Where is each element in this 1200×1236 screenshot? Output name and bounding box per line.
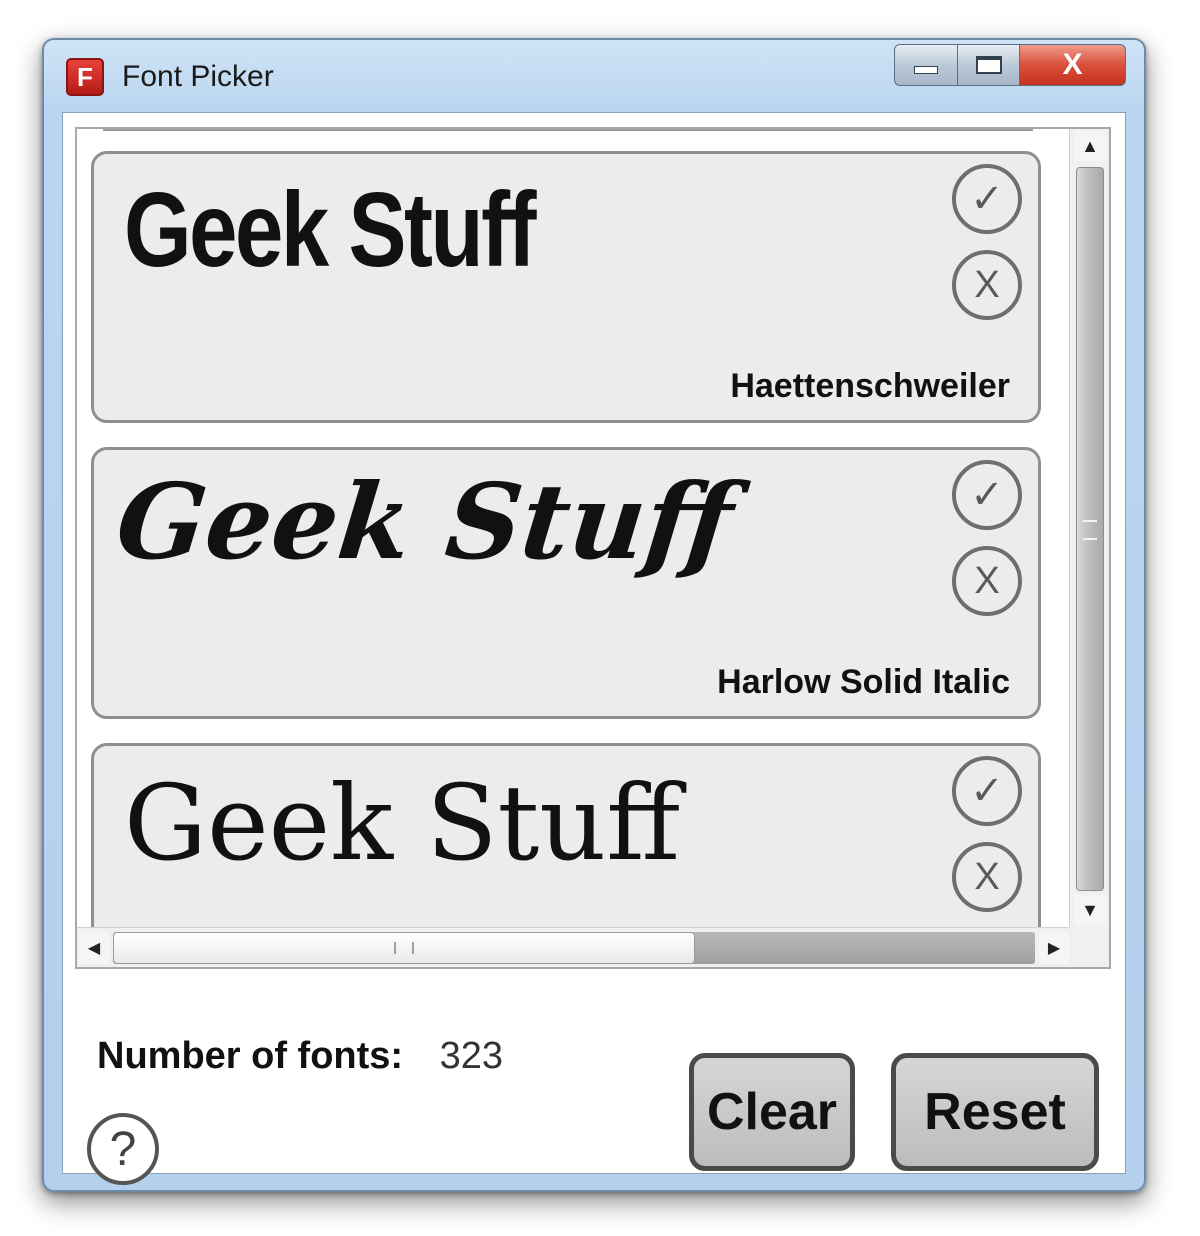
font-list: Geek Stuff ✓ X Haettenschweiler Geek Stu… [77,129,1071,927]
horizontal-scrollbar[interactable]: ◀ ▶ [77,927,1071,967]
check-icon: ✓ [970,473,1004,517]
scroll-down-button[interactable]: ▼ [1074,895,1106,925]
help-button[interactable]: ? [87,1113,159,1185]
font-list-scroll-view[interactable]: Geek Stuff ✓ X Haettenschweiler Geek Stu… [75,127,1111,969]
font-sample-text: Geek Stuff [124,171,537,289]
arrow-up-icon: ▲ [1081,135,1099,156]
reject-button[interactable]: X [952,546,1022,616]
font-count: Number of fonts: 323 [97,1035,503,1078]
font-count-value: 323 [439,1035,504,1077]
reject-button[interactable]: X [952,250,1022,320]
arrow-right-icon: ▶ [1047,940,1061,957]
vertical-scrollbar[interactable]: ▲ ▼ [1069,129,1109,927]
x-icon: X [974,560,1000,602]
check-icon: ✓ [970,177,1004,221]
close-icon: X [1062,48,1083,81]
minimize-button[interactable] [894,44,958,86]
font-sample-text: Geek Stuff [124,762,681,884]
caption-buttons: X [894,44,1126,86]
scrollbar-corner [1069,927,1109,967]
scroll-up-button[interactable]: ▲ [1074,131,1106,161]
title-bar[interactable]: F Font Picker X [44,40,1144,112]
divider [103,129,1033,131]
clear-button[interactable]: Clear [689,1053,855,1171]
font-count-label: Number of fonts: [97,1035,404,1077]
reject-button[interactable]: X [952,842,1022,912]
scroll-left-button[interactable]: ◀ [79,932,109,964]
font-name-label: Haettenschweiler [730,367,1010,405]
grip-icon [1083,520,1097,540]
arrow-left-icon: ◀ [87,940,101,957]
minimize-icon [914,66,938,74]
arrow-down-icon: ▼ [1081,899,1099,920]
font-card-third[interactable]: Geek Stuff ✓ X [91,743,1041,927]
accept-button[interactable]: ✓ [952,756,1022,826]
font-picker-window: F Font Picker X Geek Stuff ✓ X Haettensc… [42,38,1146,1192]
close-button[interactable]: X [1020,44,1126,86]
check-icon: ✓ [970,769,1004,813]
client-area: Geek Stuff ✓ X Haettenschweiler Geek Stu… [62,112,1126,1185]
reset-button[interactable]: Reset [891,1053,1099,1171]
accept-button[interactable]: ✓ [952,460,1022,530]
font-name-label: Harlow Solid Italic [717,663,1010,701]
app-icon[interactable]: F [66,58,104,96]
font-sample-text: Geek Stuff [111,460,739,583]
question-mark-icon: ? [109,1122,137,1176]
font-card-harlow-solid-italic[interactable]: Geek Stuff ✓ X Harlow Solid Italic [91,447,1041,719]
scroll-right-button[interactable]: ▶ [1039,932,1069,964]
maximize-icon [975,56,1002,74]
accept-button[interactable]: ✓ [952,164,1022,234]
grip-icon [394,942,414,954]
vertical-scroll-thumb[interactable] [1076,167,1104,891]
x-icon: X [974,856,1000,898]
maximize-button[interactable] [958,44,1020,86]
window-title: Font Picker [122,60,274,93]
font-card-haettenschweiler[interactable]: Geek Stuff ✓ X Haettenschweiler [91,151,1041,423]
horizontal-scroll-thumb[interactable] [113,932,695,964]
x-icon: X [974,264,1000,306]
